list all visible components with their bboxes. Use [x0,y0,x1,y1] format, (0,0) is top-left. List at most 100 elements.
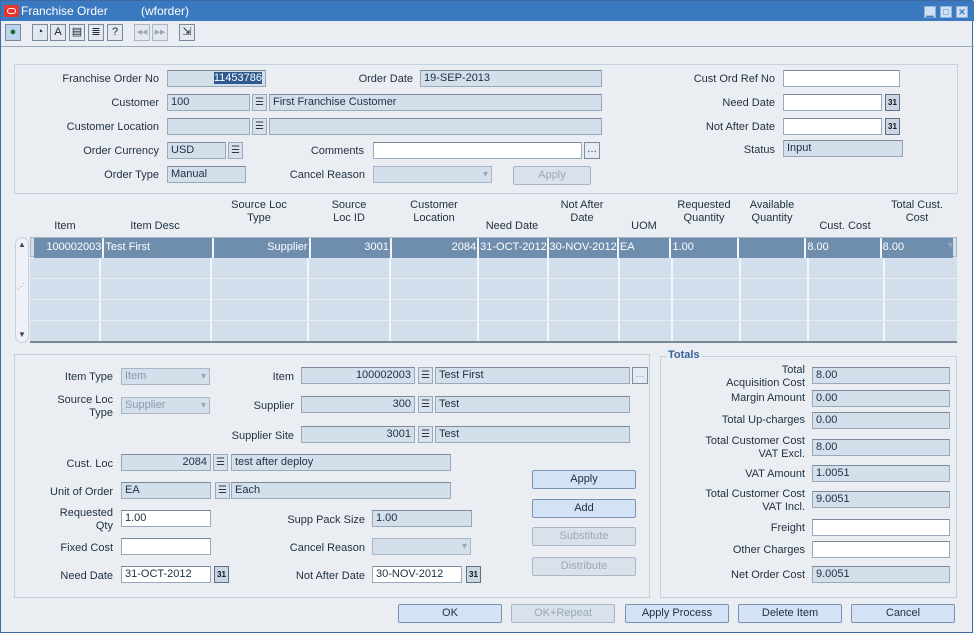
substitute-button[interactable]: Substitute [532,527,636,546]
cell-cust-cost[interactable]: 8.00 [806,238,882,258]
cell-customer-location[interactable]: 2084 [391,238,480,258]
freight-input[interactable] [812,519,950,536]
maximize-icon[interactable]: □ [940,6,952,18]
cust-loc-lov-icon[interactable]: ☰ [213,454,228,471]
vat-amount-label: VAT Amount [745,468,805,480]
table-row[interactable]: 100002003 Test First Supplier 3001 2084 … [30,237,957,258]
supplier-site-lov-icon[interactable]: ☰ [418,426,433,443]
col-header-cust-cost: Cust. Cost [819,220,871,232]
exit-icon[interactable]: ⇲ [179,24,195,41]
scroll-grip-icon[interactable]: ⋰ [17,282,25,291]
item-type-select[interactable]: Item [121,368,210,385]
requested-qty-input[interactable]: 1.00 [121,510,211,527]
table-row[interactable] [30,258,957,278]
customer-location-field[interactable] [167,118,250,135]
unit-of-order-field[interactable]: EA [121,482,211,499]
cell-source-loc-type[interactable]: Supplier [214,238,311,258]
item-comments-icon[interactable]: … [632,367,648,384]
requested-qty-label: Requested Qty [59,507,113,532]
not-after-date-calendar-icon[interactable]: 31 [885,118,900,135]
form-info-icon[interactable]: ▤ [69,24,85,41]
supplier-lov-icon[interactable]: ☰ [418,396,433,413]
ok-repeat-button[interactable]: OK+Repeat [511,604,615,623]
cell-requested-quantity[interactable]: 1.00 [671,238,739,258]
spell-check-icon[interactable]: A [50,24,66,41]
order-currency-label: Order Currency [83,145,159,157]
cust-ord-ref-no-input[interactable] [783,70,900,87]
supplier-site-id-field[interactable]: 3001 [301,426,415,443]
previous-record-icon[interactable]: ◀◀ [134,24,150,41]
delete-item-button[interactable]: Delete Item [738,604,842,623]
detail-apply-button[interactable]: Apply [532,470,636,489]
minimize-icon[interactable]: ▁ [924,6,936,18]
col-header-need-date: Need Date [485,220,539,232]
detail-not-after-date-input[interactable]: 30-NOV-2012 [372,566,462,583]
detail-need-date-calendar-icon[interactable]: 31 [214,566,229,583]
calculator-icon[interactable]: ◔ [32,24,48,41]
cell-not-after-date[interactable]: 30-NOV-2012 [548,238,619,258]
cell-total-cust-cost[interactable]: 8.00 [881,238,954,258]
ok-button[interactable]: OK [398,604,502,623]
detail-not-after-date-calendar-icon[interactable]: 31 [466,566,481,583]
franchise-order-window: Franchise Order (wforder) ▁ □ ✕ ● ◔ A ▤ … [0,0,974,633]
need-date-input[interactable] [783,94,882,111]
header-apply-button[interactable]: Apply [513,166,591,185]
add-button[interactable]: Add [532,499,636,518]
order-currency-field[interactable]: USD [167,142,226,159]
order-date-field: 19-SEP-2013 [420,70,602,87]
distribute-button[interactable]: Distribute [532,557,636,576]
cell-available-quantity[interactable] [738,238,807,258]
detail-cancel-reason-select[interactable] [372,538,471,555]
title-bar: Franchise Order (wforder) ▁ □ ✕ [1,1,974,21]
order-currency-lov-icon[interactable]: ☰ [228,142,243,159]
customer-location-lov-icon[interactable]: ☰ [252,118,267,135]
cell-source-loc-id[interactable]: 3001 [310,238,392,258]
cust-loc-id-field[interactable]: 2084 [121,454,211,471]
table-row[interactable] [30,321,957,341]
oracle-logo-icon [4,5,19,17]
cancel-button[interactable]: Cancel [851,604,955,623]
other-charges-input[interactable] [812,541,950,558]
help-icon[interactable]: ? [107,24,123,41]
cell-uom[interactable]: EA [618,238,672,258]
cancel-reason-select[interactable] [373,166,492,183]
cell-item[interactable]: 100002003 [34,238,105,258]
comments-editor-icon[interactable]: … [584,142,600,159]
franchise-order-no-field[interactable]: 11453786 [167,70,266,87]
franchise-order-no-label: Franchise Order No [62,73,159,85]
supplier-id-field[interactable]: 300 [301,396,415,413]
cell-item-desc[interactable]: Test First [104,238,215,258]
scroll-up-icon[interactable]: ▲ [18,240,26,249]
table-row[interactable] [30,279,957,299]
not-after-date-input[interactable] [783,118,882,135]
detail-need-date-input[interactable]: 31-OCT-2012 [121,566,211,583]
comments-input[interactable] [373,142,582,159]
supplier-desc-field: Test [435,396,630,413]
item-id-field[interactable]: 100002003 [301,367,415,384]
unit-of-order-lov-icon[interactable]: ☰ [215,482,230,499]
fixed-cost-input[interactable] [121,538,211,555]
next-record-icon[interactable]: ▶▶ [152,24,168,41]
print-icon[interactable]: ≣ [88,24,104,41]
item-lov-icon[interactable]: ☰ [418,367,433,384]
col-header-not-after-date: Not After Date [560,199,604,224]
totals-title: Totals [666,349,702,361]
cust-loc-desc-field: test after deploy [231,454,451,471]
customer-id-field[interactable]: 100 [167,94,250,111]
need-date-calendar-icon[interactable]: 31 [885,94,900,111]
close-icon[interactable]: ✕ [956,6,968,18]
total-acquisition-cost-field: 8.00 [812,367,950,384]
apply-process-button[interactable]: Apply Process [625,604,729,623]
source-loc-type-select[interactable]: Supplier [121,397,210,414]
grid-scrollbar[interactable]: ▲ ⋰ ▼ [15,237,29,343]
scroll-down-icon[interactable]: ▼ [18,330,26,339]
net-order-cost-field: 9.0051 [812,566,950,583]
customer-lov-icon[interactable]: ☰ [252,94,267,111]
supplier-site-label: Supplier Site [231,430,294,442]
globe-icon[interactable]: ● [5,24,21,41]
detail-cancel-reason-label: Cancel Reason [289,542,365,554]
customer-label: Customer [111,97,159,109]
table-row[interactable] [30,300,957,320]
cell-need-date[interactable]: 31-OCT-2012 [479,238,549,258]
comments-label: Comments [310,145,364,157]
